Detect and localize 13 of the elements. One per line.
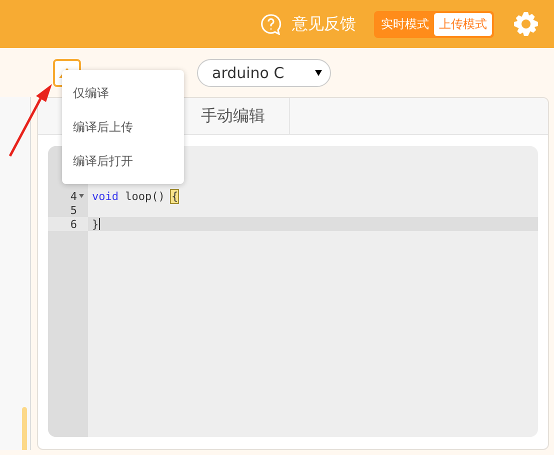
settings-icon[interactable] (512, 10, 540, 38)
help-icon[interactable] (260, 13, 282, 35)
code-line: } (92, 218, 99, 230)
fold-icon[interactable] (79, 194, 84, 198)
language-select[interactable]: arduino C (197, 58, 331, 86)
line-number: 5 (70, 204, 77, 216)
code-line: void loop() { (92, 190, 178, 202)
scrollbar-thumb[interactable] (22, 407, 27, 450)
menu-item[interactable]: 编译后打开 (62, 144, 184, 178)
line-number: 6 (70, 218, 77, 230)
line-number: 4 (70, 190, 77, 202)
text-cursor (98, 218, 100, 230)
caret-icon (315, 70, 322, 76)
